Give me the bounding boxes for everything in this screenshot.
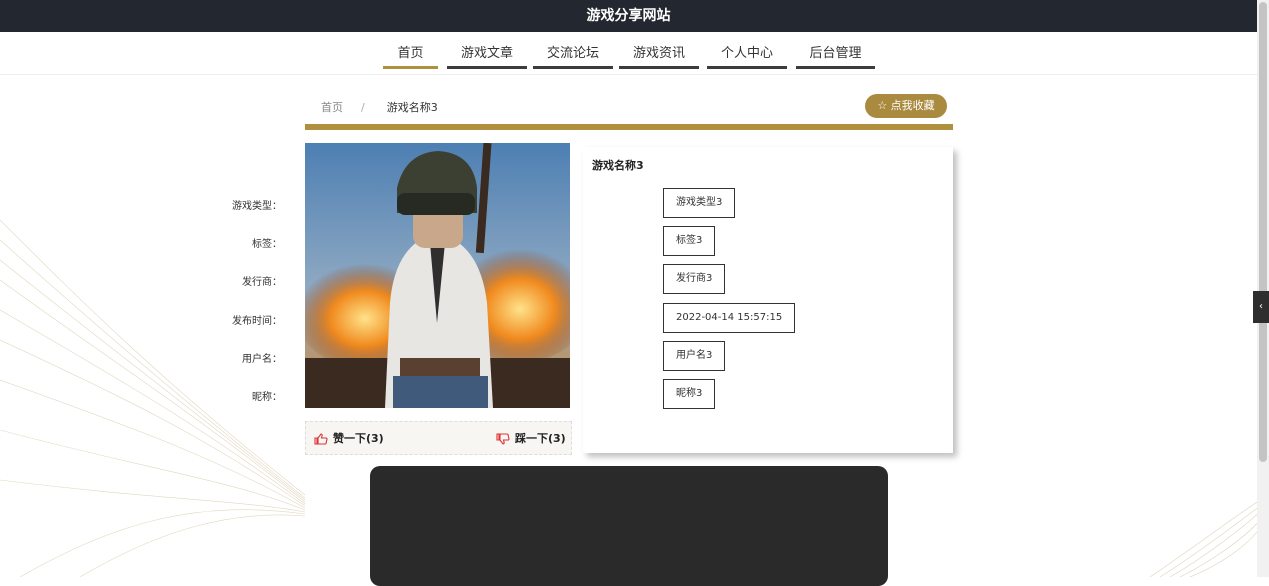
chevron-left-icon: ‹ <box>1259 301 1263 312</box>
nav-item-news[interactable]: 游戏资讯 <box>619 42 699 69</box>
scrollbar-thumb[interactable] <box>1259 2 1267 462</box>
divider <box>305 124 953 130</box>
field-value: 2022-04-14 15:57:15 <box>663 303 796 333</box>
dislike-button[interactable]: 踩一下(3) <box>496 430 566 446</box>
site-title: 游戏分享网站 <box>586 8 671 24</box>
nav-item-home[interactable]: 首页 <box>383 42 438 69</box>
side-toggle-tab[interactable]: ‹ <box>1253 291 1269 323</box>
field-value: 发行商3 <box>663 264 726 294</box>
nav-item-forum[interactable]: 交流论坛 <box>533 42 613 69</box>
breadcrumb-current: 游戏名称3 <box>386 101 438 114</box>
game-name: 游戏名称3 <box>592 159 644 172</box>
thumbs-up-icon <box>314 433 328 445</box>
nav-item-articles[interactable]: 游戏文章 <box>447 42 527 69</box>
site-header: 游戏分享网站 <box>0 0 1257 32</box>
game-cover-image <box>305 143 570 408</box>
breadcrumb-separator: / <box>361 101 365 114</box>
field-label: 游戏类型： <box>232 201 282 212</box>
breadcrumb: 首页 / 游戏名称3 <box>321 99 438 115</box>
dislike-label: 踩一下(3) <box>515 432 566 445</box>
vote-bar: 赞一下(3) 踩一下(3) <box>305 421 572 455</box>
field-value: 昵称3 <box>663 379 716 409</box>
nav-item-profile[interactable]: 个人中心 <box>707 42 787 69</box>
content-panel <box>370 466 888 586</box>
main-nav: 首页 游戏文章 交流论坛 游戏资讯 个人中心 后台管理 <box>0 32 1257 75</box>
like-button[interactable]: 赞一下(3) <box>314 430 384 446</box>
field-value: 用户名3 <box>663 341 726 371</box>
field-label: 用户名： <box>242 354 282 365</box>
thumbs-down-icon <box>496 433 510 445</box>
field-label: 昵称： <box>252 392 282 403</box>
field-label: 标签： <box>252 239 282 250</box>
breadcrumb-home[interactable]: 首页 <box>321 101 343 114</box>
page-scrollbar[interactable] <box>1257 0 1269 577</box>
favorite-button[interactable]: ☆ 点我收藏 <box>865 94 947 118</box>
nav-item-admin[interactable]: 后台管理 <box>796 42 875 69</box>
field-value: 标签3 <box>663 226 716 256</box>
game-info-card: 游戏名称3 游戏类型： 游戏类型3 标签： 标签3 发行商： 发行商3 发布时间… <box>232 147 953 453</box>
like-label: 赞一下(3) <box>333 432 384 445</box>
field-value: 游戏类型3 <box>663 188 736 218</box>
decorative-wave-right <box>1150 499 1260 577</box>
field-label: 发行商： <box>242 277 282 288</box>
field-label: 发布时间： <box>232 316 282 327</box>
